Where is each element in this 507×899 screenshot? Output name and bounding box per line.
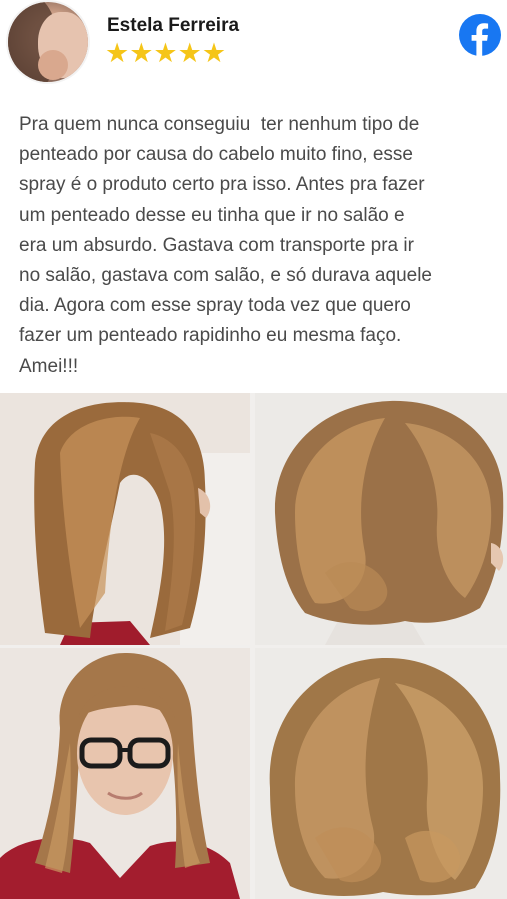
reviewer-name: Estela Ferreira <box>107 15 240 36</box>
review-text: Pra quem nunca conseguiu ter nenhum tipo… <box>19 114 432 377</box>
avatar <box>8 2 88 82</box>
hair-photo-before-side <box>0 393 250 645</box>
facebook-icon[interactable] <box>459 14 501 56</box>
before-after-photo-grid <box>0 393 507 899</box>
hair-photo-after-back <box>255 648 507 899</box>
star-rating: ★★★★★ <box>105 38 227 69</box>
hair-photo-after-side <box>255 393 507 645</box>
hair-photo-before-front <box>0 648 250 899</box>
